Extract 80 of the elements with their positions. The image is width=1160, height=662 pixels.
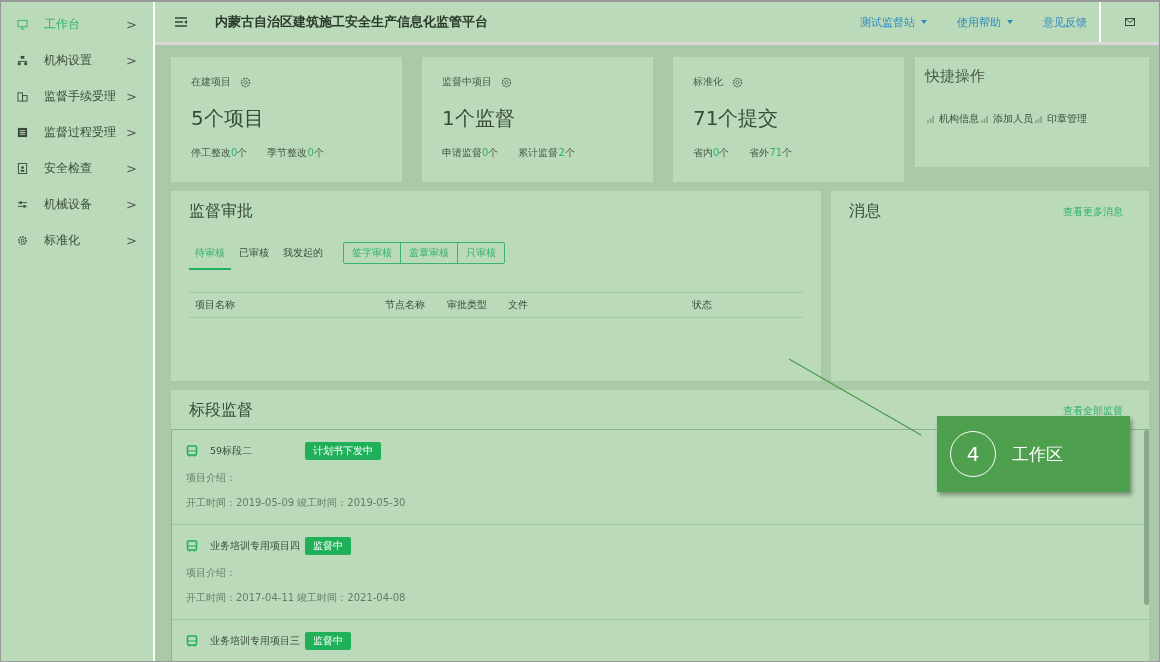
sidebar-label: 监督过程受理 xyxy=(44,123,117,141)
project-intro: 项目介绍： xyxy=(186,471,237,485)
stat-title: 监督中项目 xyxy=(442,75,492,89)
sidebar-item[interactable]: 监督过程受理 > xyxy=(1,114,153,150)
column-header: 状态 xyxy=(692,298,712,312)
menu-icon[interactable] xyxy=(175,17,187,27)
project-dates: 开工时间：2017-04-11 竣工时间：2021-04-08 xyxy=(186,591,407,605)
sidebar-label: 安全检查 xyxy=(44,159,93,177)
sidebar-item[interactable]: 标准化 > xyxy=(1,222,153,258)
chevron-icon: > xyxy=(126,232,137,248)
status-tag: 计划书下发中 xyxy=(305,442,381,460)
bar-chart-icon xyxy=(1035,115,1042,123)
caret-icon xyxy=(1007,20,1013,24)
sidebar-item[interactable]: 机构设置 > xyxy=(1,42,153,78)
bus-icon xyxy=(186,445,198,457)
sidebar-item[interactable]: 监督手续受理 > xyxy=(1,78,153,114)
stat-detail: 累计监督2个 xyxy=(518,146,575,160)
chevron-icon: > xyxy=(126,196,137,212)
sidebar-label: 监督手续受理 xyxy=(44,87,117,105)
id-badge-icon xyxy=(17,162,28,174)
stat-value: 1个监督 xyxy=(442,105,516,132)
gear-icon[interactable] xyxy=(732,76,743,88)
column-header: 文件 xyxy=(508,298,529,312)
sidebar-label: 机械设备 xyxy=(44,195,93,213)
stat-title: 在建项目 xyxy=(191,75,231,89)
caret-icon xyxy=(921,20,927,24)
card-title: 监督审批 xyxy=(189,201,254,222)
card-title: 快捷操作 xyxy=(925,67,986,86)
callout-label: 工作区 xyxy=(1012,442,1063,466)
tab[interactable]: 已审核 xyxy=(233,246,275,270)
bus-icon xyxy=(186,540,198,552)
project-name[interactable]: 业务培训专用项目三 xyxy=(210,634,305,648)
chevron-icon: > xyxy=(126,160,137,176)
sidebar-item[interactable]: 安全检查 > xyxy=(1,150,153,186)
sidebar-label: 工作台 xyxy=(44,15,81,33)
stat-value: 5个项目 xyxy=(191,105,265,132)
scrollbar[interactable] xyxy=(1144,430,1149,605)
building-icon xyxy=(17,90,28,102)
project-name[interactable]: 业务培训专用项目四 xyxy=(210,539,305,553)
card-title: 消息 xyxy=(849,201,881,222)
project-intro: 项目介绍： xyxy=(186,566,237,580)
sidebar-label: 机构设置 xyxy=(44,51,93,69)
chevron-icon: > xyxy=(126,124,137,140)
stat-detail: 季节整改0个 xyxy=(267,146,324,160)
chevron-icon: > xyxy=(126,52,137,68)
sidebar-label: 标准化 xyxy=(44,231,81,249)
sidebar-item[interactable]: 工作台 > xyxy=(1,6,153,42)
column-header: 审批类型 xyxy=(447,298,488,312)
app-title: 内蒙古自治区建筑施工安全生产信息化监管平台 xyxy=(215,13,488,31)
chevron-icon: > xyxy=(126,16,137,32)
mail-icon[interactable] xyxy=(1125,18,1135,26)
gear-icon[interactable] xyxy=(240,76,251,88)
stat-detail: 省内0个 xyxy=(693,146,730,160)
project-dates: 开工时间：2019-05-09 竣工时间：2019-05-30 xyxy=(186,496,407,510)
monitor-icon xyxy=(17,18,28,30)
bus-icon xyxy=(186,635,198,647)
stat-detail: 停工整改0个 xyxy=(191,146,248,160)
bar-chart-icon xyxy=(981,115,988,123)
quick-action-link[interactable]: 印章管理 xyxy=(1047,112,1087,126)
column-header: 节点名称 xyxy=(385,298,426,312)
stat-detail: 省外71个 xyxy=(749,146,793,160)
gear-icon[interactable] xyxy=(501,76,512,88)
tab[interactable]: 我发起的 xyxy=(277,246,329,270)
chevron-icon: > xyxy=(126,88,137,104)
quick-action-link[interactable]: 机构信息 xyxy=(939,112,979,126)
sidebar-item[interactable]: 机械设备 > xyxy=(1,186,153,222)
quick-action-link[interactable]: 添加人员 xyxy=(993,112,1033,126)
gear-icon xyxy=(17,234,28,246)
sliders-icon xyxy=(17,198,28,210)
stat-detail: 申请监督0个 xyxy=(442,146,499,160)
list-icon xyxy=(17,126,28,138)
card-title: 标段监督 xyxy=(189,400,253,421)
stat-value: 71个提交 xyxy=(693,105,780,132)
status-tag: 监督中 xyxy=(305,537,351,555)
column-header: 项目名称 xyxy=(195,298,236,312)
project-name[interactable]: 59标段二 xyxy=(210,444,305,458)
bar-chart-icon xyxy=(927,115,934,123)
hierarchy-icon xyxy=(17,54,28,66)
status-tag: 监督中 xyxy=(305,632,351,650)
stat-title: 标准化 xyxy=(693,75,723,89)
